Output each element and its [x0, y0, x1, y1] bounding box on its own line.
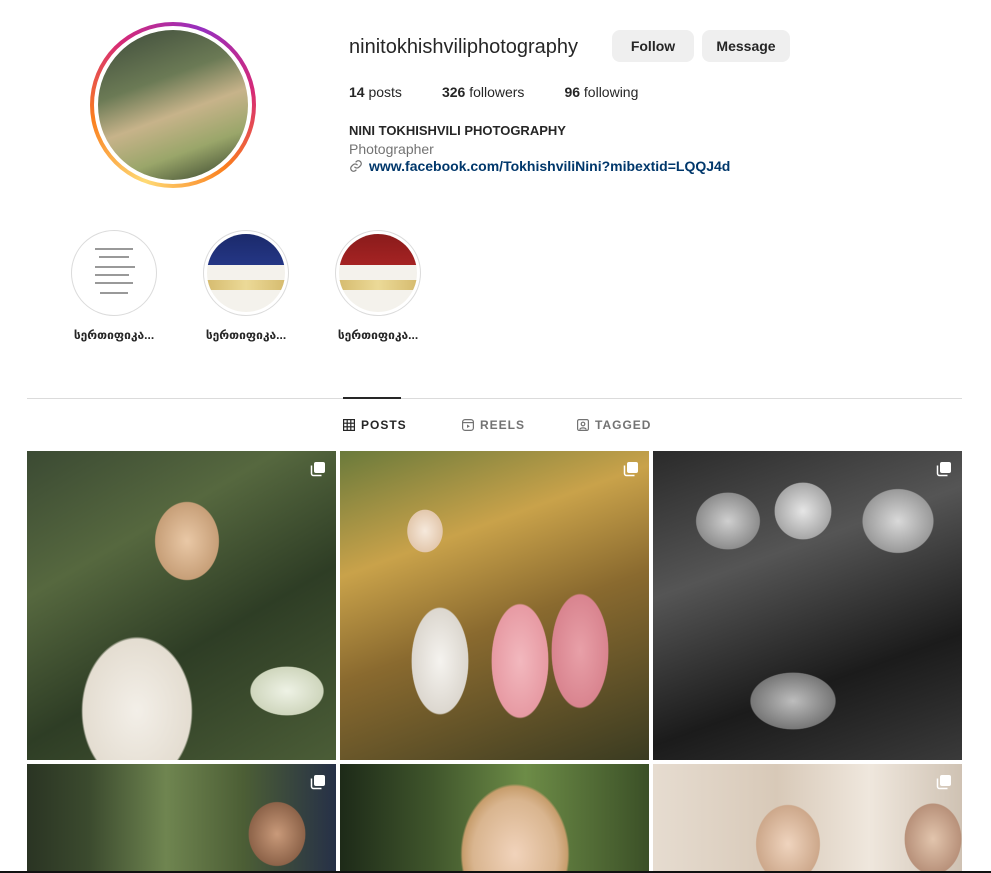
- tab-reels-label: REELS: [480, 418, 526, 432]
- post-thumbnail[interactable]: [340, 451, 649, 760]
- certificate-thumbnail: [75, 234, 153, 312]
- stat-followers[interactable]: 326 followers: [442, 84, 525, 100]
- profile-username: ninitokhishviliphotography: [349, 36, 579, 58]
- tabs-divider: [27, 398, 962, 399]
- profile-link[interactable]: www.facebook.com/TokhishviliNini?mibexti…: [349, 158, 730, 174]
- profile-category: Photographer: [349, 141, 434, 157]
- tab-posts-label: POSTS: [361, 418, 407, 432]
- profile-stats: 14 posts 326 followers 96 following: [349, 84, 678, 100]
- highlight-label: სერთიფიკა...: [73, 328, 155, 342]
- carousel-icon: [623, 462, 638, 477]
- post-thumbnail[interactable]: [340, 764, 649, 873]
- highlight-item[interactable]: სერთიფიკა...: [71, 230, 157, 342]
- highlight-item[interactable]: სერთიფიკა...: [335, 230, 421, 342]
- message-button[interactable]: Message: [702, 30, 790, 62]
- avatar[interactable]: [98, 30, 248, 180]
- profile-avatar-ring[interactable]: [90, 22, 256, 188]
- stat-posts: 14 posts: [349, 84, 402, 100]
- stat-posts-label: posts: [368, 84, 402, 100]
- tab-tagged-label: TAGGED: [595, 418, 652, 432]
- link-icon: [350, 160, 362, 172]
- active-tab-indicator: [343, 397, 401, 399]
- profile-full-name: NINI TOKHISHVILI PHOTOGRAPHY: [349, 123, 566, 138]
- highlight-label: სერთიფიკა...: [337, 328, 419, 342]
- stat-following-label: following: [583, 84, 639, 100]
- stat-followers-count: 326: [441, 84, 466, 100]
- highlight-ring: [203, 230, 289, 316]
- carousel-icon: [310, 462, 325, 477]
- tagged-icon: [577, 419, 589, 431]
- reels-icon: [462, 419, 474, 431]
- stat-followers-label: followers: [469, 84, 525, 100]
- carousel-icon: [936, 462, 951, 477]
- carousel-icon: [310, 775, 325, 790]
- highlight-ring: [71, 230, 157, 316]
- tab-reels[interactable]: REELS: [462, 418, 525, 432]
- certificate-thumbnail: [339, 234, 417, 312]
- highlight-item[interactable]: სერთიფიკა...: [203, 230, 289, 342]
- tab-posts[interactable]: POSTS: [343, 418, 407, 432]
- grid-icon: [343, 419, 355, 431]
- carousel-icon: [936, 775, 951, 790]
- post-thumbnail[interactable]: [27, 451, 336, 760]
- stat-posts-count: 14: [349, 84, 365, 100]
- avatar-frame: [94, 26, 252, 184]
- profile-link-text: www.facebook.com/TokhishviliNini?mibexti…: [369, 158, 731, 174]
- highlight-label: სერთიფიკა...: [205, 328, 287, 342]
- certificate-thumbnail: [207, 234, 285, 312]
- stat-following[interactable]: 96 following: [564, 84, 638, 100]
- follow-button[interactable]: Follow: [612, 30, 694, 62]
- stat-following-count: 96: [564, 84, 581, 100]
- tab-tagged[interactable]: TAGGED: [577, 418, 651, 432]
- post-thumbnail[interactable]: [653, 451, 962, 760]
- highlight-ring: [335, 230, 421, 316]
- post-thumbnail[interactable]: [27, 764, 336, 873]
- post-thumbnail[interactable]: [653, 764, 962, 873]
